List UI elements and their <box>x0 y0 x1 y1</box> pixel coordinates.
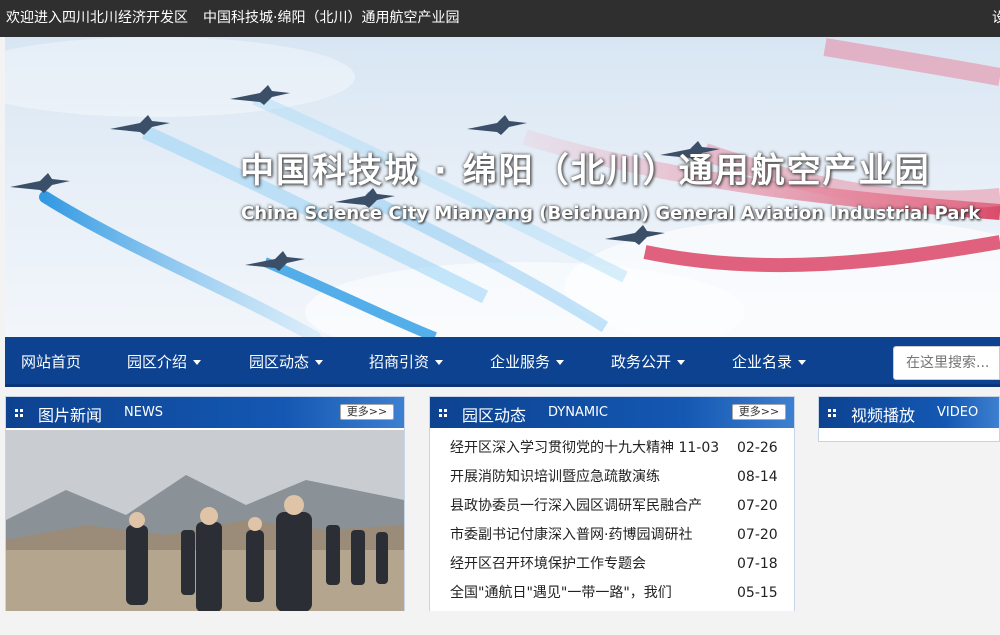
photo-news-panel: 图片新闻 NEWS 更多>> <box>5 396 405 613</box>
news-date: 08-14 <box>737 469 778 485</box>
news-title[interactable]: 县政协委员一行深入园区调研军民融合产 <box>450 495 702 517</box>
chevron-down-icon <box>435 360 444 365</box>
news-title[interactable]: 经开区深入学习贯彻党的十九大精神 11-03 <box>450 437 719 459</box>
news-title[interactable]: 经开区召开环境保护工作专题会 <box>450 553 646 575</box>
video-panel: 视频播放 VIDEO <box>818 396 1000 442</box>
list-item[interactable]: 县政协委员一行深入园区调研军民融合产 07-20 <box>450 495 790 524</box>
news-photo-image <box>6 430 404 612</box>
news-date: 07-20 <box>737 498 778 514</box>
nav-item-park-intro[interactable]: 园区介绍 <box>127 337 202 387</box>
news-list: 经开区深入学习贯彻党的十九大精神 11-03 02-26 开展消防知识培训暨应急疏… <box>450 437 790 611</box>
nav-item-label: 政务公开 <box>611 353 672 371</box>
panel-title: 图片新闻 <box>38 406 103 425</box>
panel-header: 园区动态 DYNAMIC 更多>> <box>430 397 794 428</box>
grid-icon <box>15 409 25 417</box>
banner-title: 中国科技城 · 绵阳（北川）通用航空产业园 <box>240 151 931 191</box>
top-right-link[interactable]: 设 <box>992 0 1000 37</box>
panel-title: 视频播放 <box>851 406 916 425</box>
nav-item-government-affairs[interactable]: 政务公开 <box>611 337 686 387</box>
nav-item-label: 网站首页 <box>21 353 82 371</box>
panel-title: 园区动态 <box>462 406 527 425</box>
list-item[interactable]: 经开区深入学习贯彻党的十九大精神 11-03 02-26 <box>450 437 790 466</box>
search-input[interactable] <box>893 346 1000 380</box>
panel-header: 视频播放 VIDEO <box>819 397 999 428</box>
nav-item-label: 招商引资 <box>369 353 430 371</box>
nav-item-investment[interactable]: 招商引资 <box>369 337 444 387</box>
nav-item-label: 园区动态 <box>249 353 310 371</box>
welcome-text: 欢迎进入四川北川经济开发区 <box>6 10 188 26</box>
nav-item-enterprise-services[interactable]: 企业服务 <box>490 337 565 387</box>
news-photo[interactable] <box>6 430 404 612</box>
chevron-down-icon <box>556 360 565 365</box>
list-item[interactable]: 全国"通航日"遇见"一带一路"，我们 05-15 <box>450 582 790 611</box>
grid-icon <box>828 409 838 417</box>
panel-title-en: VIDEO <box>937 405 979 420</box>
chevron-down-icon <box>193 360 202 365</box>
list-item[interactable]: 市委副书记付康深入普网·药博园调研社 07-20 <box>450 524 790 553</box>
news-date: 05-15 <box>737 585 778 601</box>
more-button[interactable]: 更多>> <box>340 404 394 420</box>
grid-icon <box>439 409 449 417</box>
news-title[interactable]: 市委副书记付康深入普网·药博园调研社 <box>450 524 692 546</box>
hero-banner: 中国科技城 · 绵阳（北川）通用航空产业园 China Science City… <box>5 37 1000 337</box>
news-date: 07-20 <box>737 527 778 543</box>
panel-title-en: DYNAMIC <box>548 405 608 420</box>
main-nav: 网站首页 园区介绍 园区动态 招商引资 企业服务 政务公开 企业名录 <box>5 337 1000 387</box>
page-bottom-strip <box>0 611 1000 635</box>
more-button[interactable]: 更多>> <box>732 404 786 420</box>
panel-title-en: NEWS <box>124 405 164 420</box>
news-date: 07-18 <box>737 556 778 572</box>
nav-item-park-news[interactable]: 园区动态 <box>249 337 324 387</box>
nav-item-enterprise-directory[interactable]: 企业名录 <box>732 337 807 387</box>
list-item[interactable]: 经开区召开环境保护工作专题会 07-18 <box>450 553 790 582</box>
nav-item-home[interactable]: 网站首页 <box>21 337 81 387</box>
park-dynamic-panel: 园区动态 DYNAMIC 更多>> 经开区深入学习贯彻党的十九大精神 11-03… <box>429 396 795 613</box>
list-item[interactable]: 开展消防知识培训暨应急疏散演练 08-14 <box>450 466 790 495</box>
nav-item-label: 企业名录 <box>732 353 793 371</box>
chevron-down-icon <box>798 360 807 365</box>
banner-subtitle: China Science City Mianyang (Beichuan) G… <box>241 203 981 224</box>
chevron-down-icon <box>315 360 324 365</box>
news-date: 02-26 <box>737 440 778 456</box>
news-title[interactable]: 全国"通航日"遇见"一带一路"，我们 <box>450 582 672 604</box>
nav-item-label: 园区介绍 <box>127 353 188 371</box>
panel-header: 图片新闻 NEWS 更多>> <box>6 397 404 428</box>
news-title[interactable]: 开展消防知识培训暨应急疏散演练 <box>450 466 660 488</box>
nav-item-label: 企业服务 <box>490 353 551 371</box>
chevron-down-icon <box>677 360 686 365</box>
top-bar: 欢迎进入四川北川经济开发区 中国科技城·绵阳（北川）通用航空产业园 设 <box>0 0 1000 37</box>
site-name-link[interactable]: 中国科技城·绵阳（北川）通用航空产业园 <box>203 0 459 37</box>
